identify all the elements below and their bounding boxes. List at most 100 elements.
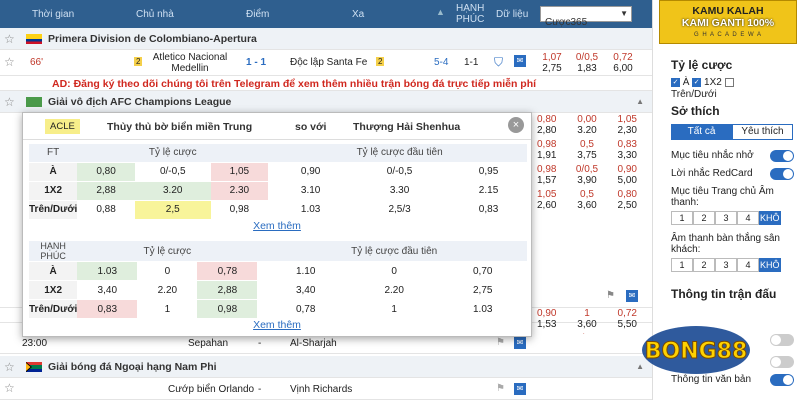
half-time: 1-1 (464, 57, 479, 68)
bg-odds-row[interactable]: 1,57 3,90 5,00 (537, 175, 637, 186)
odds-value[interactable]: 0,83 (618, 139, 637, 150)
star-icon[interactable]: ☆ (4, 55, 15, 69)
opt-goal-reminder: Mục tiêu nhắc nhở (671, 150, 754, 161)
ad-banner[interactable]: AD: Đăng ký theo dõi chúng tôi trên Tele… (0, 77, 652, 91)
odds-value[interactable]: 3,30 (618, 150, 637, 161)
odds-value[interactable]: 3,75 (577, 150, 596, 161)
col-home[interactable]: Chủ nhà (136, 9, 174, 20)
odds-value[interactable]: 0,00 (577, 114, 596, 125)
odds-value[interactable]: 0,80 (618, 189, 637, 200)
bookmaker-select[interactable]: Cược365 ▼ (540, 6, 632, 28)
odds-value[interactable]: 0,5 (580, 139, 594, 150)
home-team[interactable]: Cướp biển Orlando (168, 384, 254, 395)
checkbox-ou[interactable] (724, 77, 734, 87)
odds-value[interactable]: 5,00 (618, 175, 637, 186)
mail-icon[interactable]: ✉ (514, 55, 526, 67)
odds-value[interactable]: 3,60 (577, 319, 596, 330)
odds-value[interactable]: 1,91 (537, 150, 556, 161)
odds-value[interactable]: 2,60 (537, 200, 556, 211)
bg-odds-row[interactable]: 2,60 3,60 2,50 (537, 200, 637, 211)
bg-odds-row[interactable]: 0,98 0/0,5 0,90 (537, 164, 637, 175)
mail-icon[interactable]: ✉ (514, 337, 526, 349)
bg-odds-row[interactable]: 2,80 3.20 2,30 (537, 125, 637, 136)
odds-col-1[interactable]: 1,07 2,75 (537, 52, 567, 74)
away-team[interactable]: Al-Sharjah (290, 338, 337, 349)
odds-value[interactable]: 1,57 (537, 175, 556, 186)
goal-reminder-toggle[interactable] (770, 150, 794, 162)
shirt-icon[interactable]: ⛉ (494, 55, 503, 70)
match-row[interactable]: 23:00 Sepahan - Al-Sharjah ⚑ ✉ (0, 334, 652, 354)
bg-odds-row[interactable]: 0,90 1 0,72 (537, 308, 637, 319)
home-team[interactable]: Sepahan (188, 338, 228, 349)
home-sound-selector[interactable]: 1 2 3 4 KHÔNG (671, 211, 781, 225)
checkbox-1x2[interactable]: ✓ (692, 77, 702, 87)
away-sound-selector[interactable]: 1 2 3 4 KHÔNG (671, 258, 781, 272)
odds-title: Tỷ lệ cược (671, 58, 733, 72)
info-toggle-2[interactable] (770, 356, 794, 368)
tab-all[interactable]: Tất cả (671, 124, 732, 140)
info-toggle-1[interactable] (770, 334, 794, 346)
odds-value[interactable]: 0,98 (537, 139, 556, 150)
odds-value[interactable]: 3,90 (577, 175, 596, 186)
ad-text[interactable]: AD: Đăng ký theo dõi chúng tôi trên Tele… (52, 78, 536, 90)
flag-icon[interactable]: ⚑ (496, 337, 505, 348)
odds-value[interactable]: 3.20 (577, 125, 596, 136)
redcard-toggle[interactable] (770, 168, 794, 180)
odds-col-2[interactable]: 0/0,5 1,83 (570, 52, 604, 74)
bg-odds-row[interactable]: 0,98 0,5 0,83 (537, 139, 637, 150)
sort-icon[interactable]: ▲ (436, 7, 445, 17)
odds-value[interactable]: 1,05 (537, 189, 556, 200)
league-row[interactable]: ☆ Primera Division de Colombiano-Apertur… (0, 28, 652, 50)
odds-value[interactable]: 0,98 (537, 164, 556, 175)
league-row[interactable]: ☆ Giải vô địch AFC Champions League ▲ (0, 91, 652, 113)
odds-value[interactable]: 0,80 (537, 114, 556, 125)
checkbox-a[interactable]: ✓ (671, 77, 680, 87)
col-data[interactable]: Dữ liệu (496, 9, 528, 20)
odds-value[interactable]: 0,90 (537, 308, 556, 319)
col-away[interactable]: Xa (352, 9, 364, 20)
star-icon[interactable]: ☆ (4, 381, 15, 395)
flag-icon[interactable]: ⚑ (606, 290, 615, 301)
close-icon[interactable]: × (508, 117, 524, 133)
odds-value[interactable]: 1,05 (618, 114, 637, 125)
match-row[interactable]: ☆ Cướp biển Orlando - Vịnh Richards ⚑ ✉ (0, 378, 652, 400)
bg-odds-row[interactable]: 1,91 3,75 3,30 (537, 150, 637, 161)
odds-value[interactable]: 1,53 (537, 319, 556, 330)
bg-odds-row[interactable]: 0,80 0,00 1,05 (537, 114, 637, 125)
mail-icon[interactable]: ✉ (626, 290, 638, 302)
flag-icon[interactable]: ⚑ (496, 383, 505, 394)
odds-value[interactable]: 1 (584, 308, 590, 319)
away-team[interactable]: Vịnh Richards (290, 384, 352, 395)
ft-label: FT (29, 144, 78, 163)
match-row[interactable]: ☆ 66' 2 Atletico Nacional Medellin 1 - 1… (0, 50, 652, 76)
text-info-toggle[interactable] (770, 374, 794, 386)
collapse-icon[interactable]: ▲ (636, 97, 644, 106)
odds-value[interactable]: 2,80 (537, 125, 556, 136)
star-icon[interactable]: ☆ (4, 95, 15, 109)
league-row[interactable]: ☆ Giải bóng đá Ngoại hạng Nam Phi ▲ (0, 356, 652, 378)
odds-value[interactable]: 2,50 (618, 200, 637, 211)
away-team[interactable]: Độc lập Santa Fe (290, 57, 367, 68)
odds-value[interactable]: 0,5 (580, 189, 594, 200)
table-row: À 1.03 0 0,78 1.10 0 0,70 (29, 261, 527, 281)
odds-value[interactable]: 0,90 (618, 164, 637, 175)
tab-favorites[interactable]: Yêu thích (732, 124, 793, 140)
bg-odds-row[interactable]: 1,05 0,5 0,80 (537, 189, 637, 200)
bg-odds-row[interactable]: 1,53 3,60 5,50 (537, 319, 637, 330)
see-more-link[interactable]: Xem thêm (23, 319, 531, 331)
odds-value[interactable]: 5,50 (618, 319, 637, 330)
odds-col-3[interactable]: 0,72 6,00 (608, 52, 638, 74)
see-more-link[interactable]: Xem thêm (23, 220, 531, 232)
odds-value[interactable]: 2,30 (618, 125, 637, 136)
star-icon[interactable]: ☆ (4, 360, 15, 374)
home-team[interactable]: Atletico Nacional Medellin (148, 52, 232, 74)
odds-value[interactable]: 3,60 (577, 200, 596, 211)
odds-value[interactable]: 0,72 (618, 308, 637, 319)
promo-banner[interactable]: KAMU KALAH KAMI GANTI 100% G H A C A D E… (659, 0, 797, 44)
col-score[interactable]: Điểm (246, 9, 269, 20)
odds-value[interactable]: 0/0,5 (576, 164, 598, 175)
mail-icon[interactable]: ✉ (514, 383, 526, 395)
star-icon[interactable]: ☆ (4, 32, 15, 46)
ft-rate-header: Tỷ lệ cược (77, 144, 269, 163)
col-time[interactable]: Thời gian (32, 9, 74, 20)
